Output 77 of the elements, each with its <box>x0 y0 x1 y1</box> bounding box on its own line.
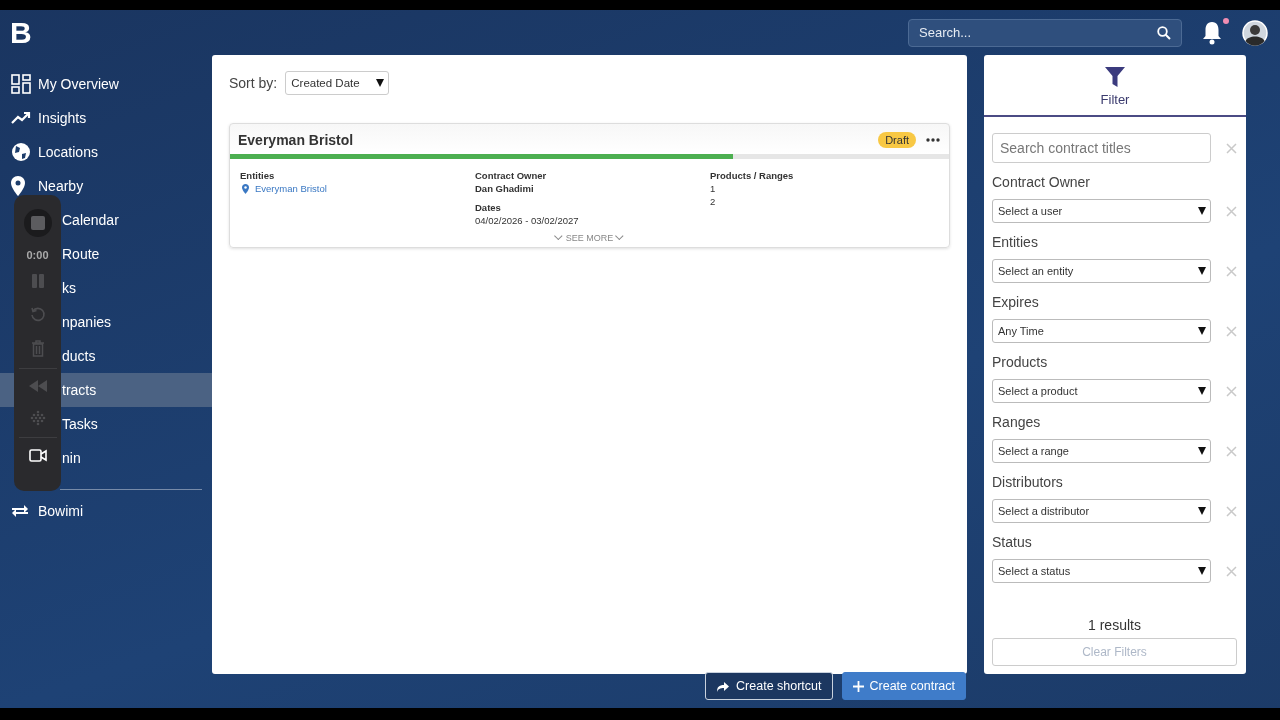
sidebar-item[interactable]: npanies <box>62 305 212 339</box>
sidebar-item[interactable]: tracts <box>62 373 212 407</box>
filter-dropdown[interactable]: Select a user <box>992 199 1211 223</box>
date-range: 04/02/2026 - 03/02/2027 <box>475 214 579 227</box>
filter-dropdown[interactable]: Select a range <box>992 439 1211 463</box>
share-arrow-icon <box>716 680 731 692</box>
filter-label: Expires <box>992 294 1040 310</box>
filter-label: Distributors <box>992 474 1064 490</box>
product-count: 1 <box>710 182 716 195</box>
filter-dropdown[interactable]: Select a product <box>992 379 1211 403</box>
filter-dropdown[interactable]: Select a distributor <box>992 499 1211 523</box>
search-field[interactable]: Search... <box>908 18 1182 47</box>
sidebar-item[interactable]: Tasks <box>62 407 212 441</box>
field-label: Products / Ranges <box>710 169 794 182</box>
create-button[interactable]: Create contract <box>841 672 966 700</box>
sidebar-item[interactable]: ducts <box>62 339 212 373</box>
bell-icon[interactable] <box>1202 20 1222 45</box>
filter-label: Status <box>992 534 1033 550</box>
filter-title: Filter <box>1100 92 1130 107</box>
sidebar-item[interactable]: Insights <box>0 101 212 135</box>
filter-label: Entities <box>992 234 1039 250</box>
contract-title: Everyman Bristol <box>238 132 354 148</box>
results-count: 1 results <box>1087 617 1142 633</box>
filter-icon <box>1105 67 1125 87</box>
more-icon[interactable] <box>926 138 940 142</box>
restart-icon[interactable] <box>29 306 46 322</box>
swap-icon <box>11 504 29 518</box>
filter-dropdown[interactable]: Select a status <box>992 559 1211 583</box>
clear-icon[interactable] <box>1226 565 1237 577</box>
entity-link[interactable]: Everyman Bristol <box>242 182 327 195</box>
sort-label: Sort by: <box>229 75 278 91</box>
product-count: 2 <box>710 195 716 208</box>
filter-label: Products <box>992 354 1049 370</box>
rewind-icon[interactable] <box>28 380 47 392</box>
dots-grid-icon[interactable] <box>29 410 46 426</box>
field-label: Contract Owner <box>475 169 547 182</box>
sidebar-item[interactable]: My Overview <box>0 67 212 101</box>
status-badge: Draft <box>878 132 916 148</box>
filter-dropdown[interactable]: Any Time <box>992 319 1211 343</box>
sidebar-item[interactable]: Calendar <box>62 203 212 237</box>
stop-button[interactable] <box>22 208 53 238</box>
contract-card[interactable]: Everyman Bristol Draft Entities Everyman Bristol Contract Owner Dan Ghadimi Dates 04/02/2026 - 03/02/2027 Products / Ranges 1 2 SEE MORE <box>229 123 950 248</box>
filter-label: Contract Owner <box>992 174 1092 190</box>
clear-icon[interactable] <box>1226 505 1237 517</box>
grid-icon <box>11 74 31 94</box>
sidebar-item[interactable]: ks <box>62 271 212 305</box>
pause-icon[interactable] <box>30 274 45 288</box>
logo[interactable]: B <box>10 15 40 50</box>
plus-icon <box>852 680 864 692</box>
sort-dropdown[interactable]: Created Date <box>285 71 390 95</box>
sidebar-item[interactable]: Route <box>62 237 212 271</box>
field-label: Entities <box>240 169 275 182</box>
globe-icon <box>11 142 31 162</box>
owner-name: Dan Ghadimi <box>475 182 534 195</box>
video-camera-icon[interactable] <box>28 449 47 462</box>
filter-label: Ranges <box>992 414 1042 430</box>
sidebar-item[interactable]: Nearby <box>0 169 212 203</box>
filter-dropdown[interactable]: Select an entity <box>992 259 1211 283</box>
sidebar-item[interactable]: Locations <box>0 135 212 169</box>
pin-icon <box>242 183 249 194</box>
clear-icon[interactable] <box>1226 265 1237 277</box>
clear-icon[interactable] <box>1226 385 1237 397</box>
sidebar-item[interactable]: nin <box>62 441 212 475</box>
recording-time: 0:00 <box>26 249 49 261</box>
sidebar-item[interactable]: Bowimi <box>0 494 212 528</box>
trend-icon <box>11 111 31 125</box>
clear-icon[interactable] <box>1226 325 1237 337</box>
trash-icon[interactable] <box>30 340 45 357</box>
see-more-link[interactable]: SEE MORE <box>552 233 627 243</box>
avatar[interactable] <box>1242 19 1268 46</box>
search-icon <box>1157 25 1171 40</box>
clear-icon[interactable] <box>1226 445 1237 457</box>
field-label: Dates <box>475 201 501 214</box>
clear-icon[interactable] <box>1226 142 1237 154</box>
shortcut-button[interactable]: Create shortcut <box>705 672 833 700</box>
clear-icon[interactable] <box>1226 205 1237 217</box>
pin-icon <box>11 176 25 196</box>
